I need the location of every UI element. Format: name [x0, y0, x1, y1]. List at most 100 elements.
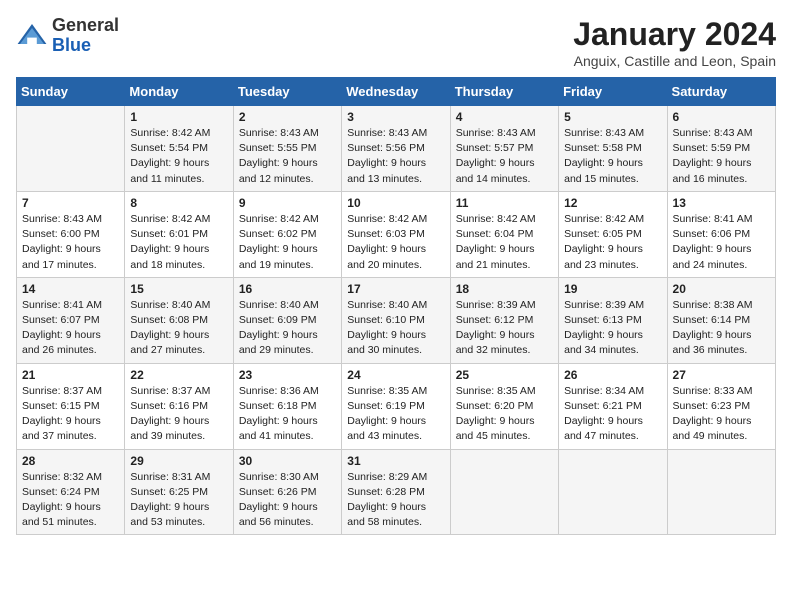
calendar-cell: 16 Sunrise: 8:40 AM Sunset: 6:09 PM Dayli…: [233, 277, 341, 363]
day-info: Sunrise: 8:42 AM Sunset: 6:05 PM Dayligh…: [564, 212, 661, 273]
logo-general-text: General: [52, 16, 119, 36]
day-number: 6: [673, 110, 770, 124]
calendar-cell: 5 Sunrise: 8:43 AM Sunset: 5:58 PM Daylig…: [559, 106, 667, 192]
calendar-cell: 2Sunrise: 8:43 AM Sunset: 5:55 PM Daylig…: [233, 106, 341, 192]
day-info: Sunrise: 8:29 AM Sunset: 6:28 PM Dayligh…: [347, 470, 444, 531]
day-header-monday: Monday: [125, 78, 233, 106]
day-info: Sunrise: 8:37 AM Sunset: 6:15 PM Dayligh…: [22, 384, 119, 445]
day-number: 22: [130, 368, 227, 382]
calendar-cell: 30Sunrise: 8:30 AM Sunset: 6:26 PM Dayli…: [233, 449, 341, 535]
day-info: Sunrise: 8:43 AM Sunset: 5:59 PM Dayligh…: [673, 126, 770, 187]
calendar-cell: 6 Sunrise: 8:43 AM Sunset: 5:59 PM Daylig…: [667, 106, 775, 192]
day-number: 31: [347, 454, 444, 468]
calendar-cell: 19 Sunrise: 8:39 AM Sunset: 6:13 PM Dayli…: [559, 277, 667, 363]
day-number: 28: [22, 454, 119, 468]
day-number: 17: [347, 282, 444, 296]
day-number: 25: [456, 368, 553, 382]
calendar-cell: 9 Sunrise: 8:42 AM Sunset: 6:02 PM Daylig…: [233, 191, 341, 277]
calendar-header-row: SundayMondayTuesdayWednesdayThursdayFrid…: [17, 78, 776, 106]
day-info: Sunrise: 8:37 AM Sunset: 6:16 PM Dayligh…: [130, 384, 227, 445]
calendar-cell: [667, 449, 775, 535]
week-row-4: 21 Sunrise: 8:37 AM Sunset: 6:15 PM Dayli…: [17, 363, 776, 449]
day-number: 20: [673, 282, 770, 296]
day-number: 30: [239, 454, 336, 468]
day-number: 12: [564, 196, 661, 210]
day-number: 27: [673, 368, 770, 382]
day-number: 8: [130, 196, 227, 210]
day-info: Sunrise: 8:41 AM Sunset: 6:07 PM Dayligh…: [22, 298, 119, 359]
week-row-2: 7 Sunrise: 8:43 AM Sunset: 6:00 PM Daylig…: [17, 191, 776, 277]
day-number: 15: [130, 282, 227, 296]
day-info: Sunrise: 8:42 AM Sunset: 6:02 PM Dayligh…: [239, 212, 336, 273]
day-number: 14: [22, 282, 119, 296]
day-info: Sunrise: 8:39 AM Sunset: 6:12 PM Dayligh…: [456, 298, 553, 359]
day-number: 10: [347, 196, 444, 210]
day-number: 7: [22, 196, 119, 210]
calendar-cell: 26 Sunrise: 8:34 AM Sunset: 6:21 PM Dayli…: [559, 363, 667, 449]
calendar-cell: 25Sunrise: 8:35 AM Sunset: 6:20 PM Dayli…: [450, 363, 558, 449]
day-info: Sunrise: 8:43 AM Sunset: 6:00 PM Dayligh…: [22, 212, 119, 273]
week-row-1: 1 Sunrise: 8:42 AM Sunset: 5:54 PM Daylig…: [17, 106, 776, 192]
calendar-cell: [17, 106, 125, 192]
calendar-cell: 23Sunrise: 8:36 AM Sunset: 6:18 PM Dayli…: [233, 363, 341, 449]
logo-blue-text: Blue: [52, 36, 119, 56]
day-number: 1: [130, 110, 227, 124]
day-header-sunday: Sunday: [17, 78, 125, 106]
day-number: 16: [239, 282, 336, 296]
day-info: Sunrise: 8:39 AM Sunset: 6:13 PM Dayligh…: [564, 298, 661, 359]
day-number: 3: [347, 110, 444, 124]
calendar-cell: 7 Sunrise: 8:43 AM Sunset: 6:00 PM Daylig…: [17, 191, 125, 277]
calendar-cell: [450, 449, 558, 535]
day-info: Sunrise: 8:32 AM Sunset: 6:24 PM Dayligh…: [22, 470, 119, 531]
day-info: Sunrise: 8:35 AM Sunset: 6:19 PM Dayligh…: [347, 384, 444, 445]
day-number: 5: [564, 110, 661, 124]
calendar-cell: 10Sunrise: 8:42 AM Sunset: 6:03 PM Dayli…: [342, 191, 450, 277]
day-header-thursday: Thursday: [450, 78, 558, 106]
day-info: Sunrise: 8:43 AM Sunset: 5:56 PM Dayligh…: [347, 126, 444, 187]
day-number: 29: [130, 454, 227, 468]
day-number: 18: [456, 282, 553, 296]
calendar-cell: 14 Sunrise: 8:41 AM Sunset: 6:07 PM Dayli…: [17, 277, 125, 363]
day-number: 24: [347, 368, 444, 382]
day-info: Sunrise: 8:31 AM Sunset: 6:25 PM Dayligh…: [130, 470, 227, 531]
week-row-5: 28 Sunrise: 8:32 AM Sunset: 6:24 PM Dayli…: [17, 449, 776, 535]
day-info: Sunrise: 8:33 AM Sunset: 6:23 PM Dayligh…: [673, 384, 770, 445]
day-info: Sunrise: 8:41 AM Sunset: 6:06 PM Dayligh…: [673, 212, 770, 273]
logo: General Blue: [16, 16, 119, 56]
day-header-wednesday: Wednesday: [342, 78, 450, 106]
day-info: Sunrise: 8:34 AM Sunset: 6:21 PM Dayligh…: [564, 384, 661, 445]
calendar-cell: 20 Sunrise: 8:38 AM Sunset: 6:14 PM Dayli…: [667, 277, 775, 363]
day-number: 26: [564, 368, 661, 382]
calendar-cell: 1 Sunrise: 8:42 AM Sunset: 5:54 PM Daylig…: [125, 106, 233, 192]
calendar-cell: 27 Sunrise: 8:33 AM Sunset: 6:23 PM Dayli…: [667, 363, 775, 449]
calendar-cell: 17 Sunrise: 8:40 AM Sunset: 6:10 PM Dayli…: [342, 277, 450, 363]
day-number: 11: [456, 196, 553, 210]
day-info: Sunrise: 8:43 AM Sunset: 5:58 PM Dayligh…: [564, 126, 661, 187]
calendar-cell: 11Sunrise: 8:42 AM Sunset: 6:04 PM Dayli…: [450, 191, 558, 277]
day-number: 23: [239, 368, 336, 382]
day-header-tuesday: Tuesday: [233, 78, 341, 106]
day-info: Sunrise: 8:42 AM Sunset: 6:01 PM Dayligh…: [130, 212, 227, 273]
calendar-table: SundayMondayTuesdayWednesdayThursdayFrid…: [16, 77, 776, 535]
calendar-cell: 18 Sunrise: 8:39 AM Sunset: 6:12 PM Dayli…: [450, 277, 558, 363]
day-info: Sunrise: 8:38 AM Sunset: 6:14 PM Dayligh…: [673, 298, 770, 359]
calendar-cell: 8 Sunrise: 8:42 AM Sunset: 6:01 PM Daylig…: [125, 191, 233, 277]
day-number: 21: [22, 368, 119, 382]
day-info: Sunrise: 8:40 AM Sunset: 6:10 PM Dayligh…: [347, 298, 444, 359]
logo-text: General Blue: [52, 16, 119, 56]
day-number: 9: [239, 196, 336, 210]
day-info: Sunrise: 8:42 AM Sunset: 5:54 PM Dayligh…: [130, 126, 227, 187]
day-info: Sunrise: 8:40 AM Sunset: 6:09 PM Dayligh…: [239, 298, 336, 359]
day-number: 19: [564, 282, 661, 296]
day-number: 2: [239, 110, 336, 124]
day-info: Sunrise: 8:43 AM Sunset: 5:57 PM Dayligh…: [456, 126, 553, 187]
calendar-cell: 15Sunrise: 8:40 AM Sunset: 6:08 PM Dayli…: [125, 277, 233, 363]
calendar-cell: 13Sunrise: 8:41 AM Sunset: 6:06 PM Dayli…: [667, 191, 775, 277]
calendar-cell: 12 Sunrise: 8:42 AM Sunset: 6:05 PM Dayli…: [559, 191, 667, 277]
location: Anguix, Castille and Leon, Spain: [573, 53, 776, 69]
calendar-cell: 4 Sunrise: 8:43 AM Sunset: 5:57 PM Daylig…: [450, 106, 558, 192]
title-block: January 2024 Anguix, Castille and Leon, …: [573, 16, 776, 69]
day-header-friday: Friday: [559, 78, 667, 106]
logo-icon: [16, 20, 48, 52]
day-number: 4: [456, 110, 553, 124]
